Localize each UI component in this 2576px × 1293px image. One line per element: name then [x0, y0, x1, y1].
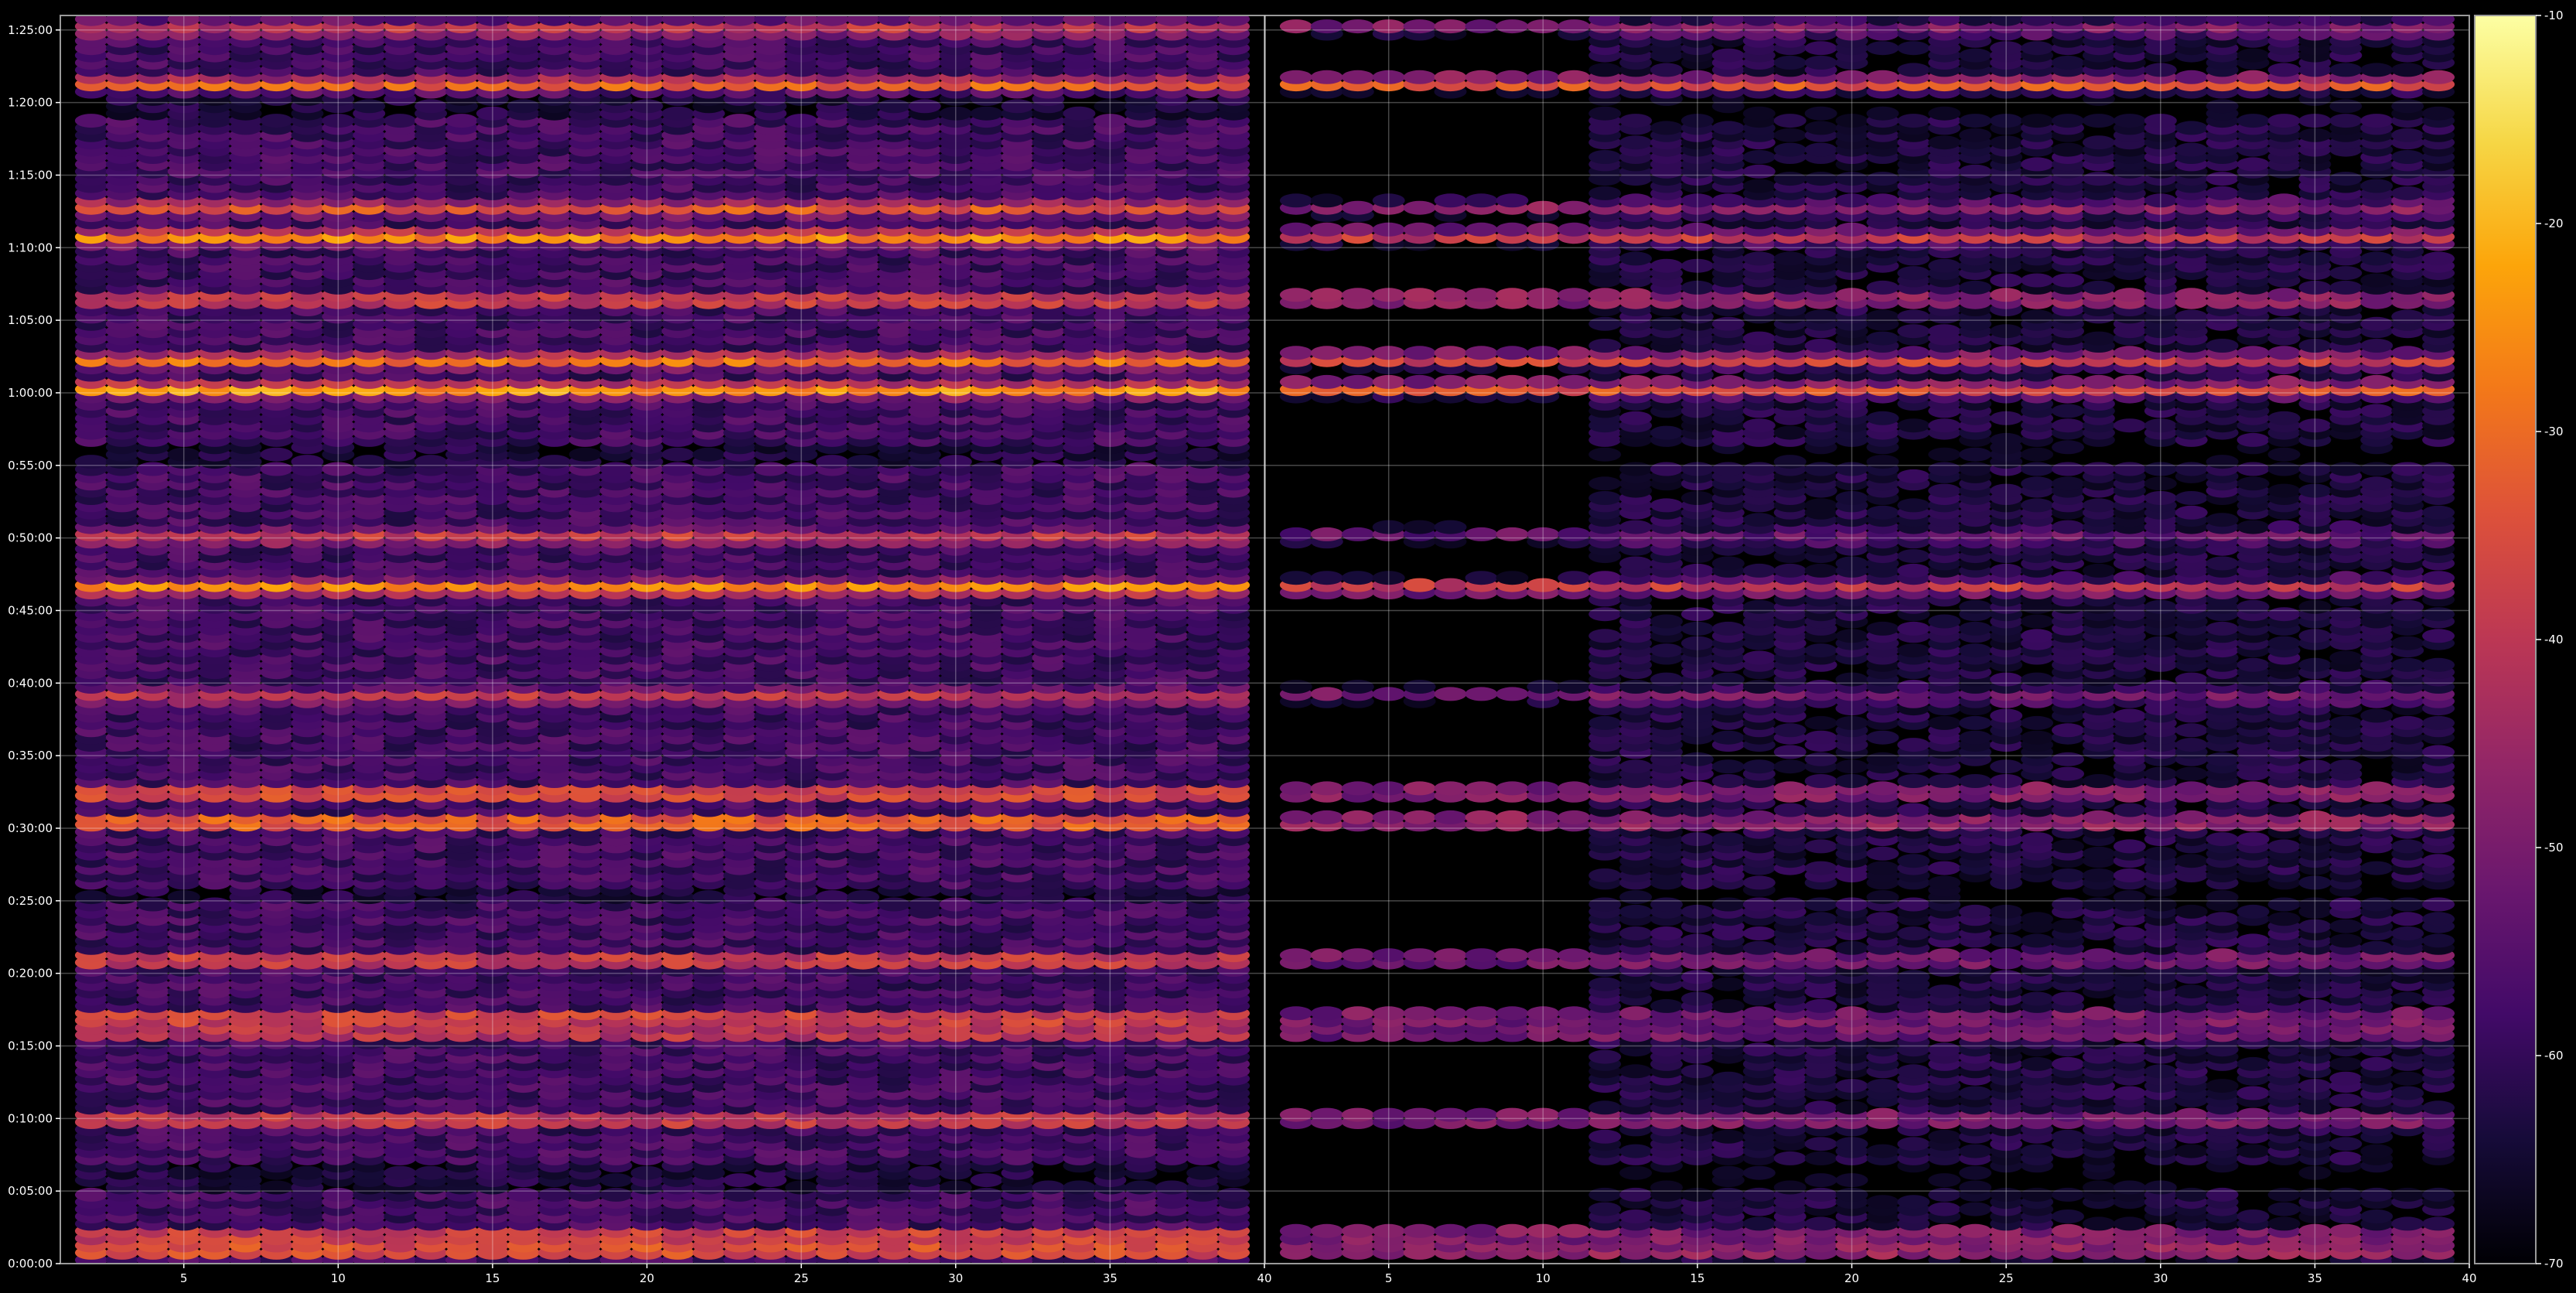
heatmap-cell	[415, 1165, 448, 1180]
heatmap-cell	[692, 447, 725, 462]
heatmap-cell	[1217, 1187, 1250, 1202]
heatmap-cell	[1063, 1180, 1096, 1195]
heatmap-cell	[229, 1165, 262, 1180]
heatmap-cell	[661, 447, 694, 462]
heatmap-cell	[291, 455, 324, 469]
heatmap-cell	[908, 897, 941, 912]
heatmap-cell	[1124, 462, 1158, 476]
heatmap-cell	[599, 462, 633, 476]
heatmap-cell	[908, 1165, 941, 1180]
heatmap-cell	[537, 455, 571, 469]
heatmap-cell	[507, 890, 540, 905]
heatmap-cell	[723, 1173, 756, 1188]
heatmap-cell	[1124, 1180, 1158, 1195]
heatmap-cell	[260, 890, 293, 905]
heatmap-cell	[599, 1187, 633, 1202]
heatmap-cell	[970, 462, 1003, 476]
heatmap-cell	[816, 890, 849, 905]
heatmap-cell	[74, 1187, 107, 1202]
heatmap-cell	[661, 462, 694, 476]
heatmap-cell	[754, 897, 787, 912]
heatmap-cell	[415, 897, 448, 912]
heatmap-cell	[1155, 1180, 1189, 1195]
heatmap-cell	[970, 1173, 1003, 1188]
heatmap-cell	[970, 1187, 1003, 1202]
heatmap-cell	[136, 897, 169, 912]
heatmap-cell	[568, 447, 602, 462]
heatmap-cell	[1063, 897, 1096, 912]
heatmap-cell	[754, 462, 787, 476]
heatmap-cell	[507, 1187, 540, 1202]
heatmap-cell	[260, 462, 293, 476]
heatmap-cell	[136, 462, 169, 476]
heatmap-cell	[1186, 447, 1220, 462]
heatmap-cell	[415, 455, 448, 469]
heatmap-cell	[692, 890, 725, 905]
heatmap-cell	[1032, 1180, 1065, 1195]
heatmap-cell	[847, 455, 879, 469]
heatmap-cell	[1186, 1165, 1220, 1180]
heatmap-cell	[353, 455, 386, 469]
heatmap-cell	[847, 890, 879, 905]
heatmap-cell	[198, 897, 231, 912]
heatmap-cell	[537, 1187, 571, 1202]
heatmap-cell	[74, 890, 107, 905]
heatmap-cell	[877, 897, 910, 912]
heatmap-cell	[260, 1180, 293, 1195]
heatmap-cell	[260, 447, 293, 462]
heatmap-cell	[74, 455, 107, 469]
heatmap-cell	[1032, 462, 1065, 476]
heatmap-cell	[384, 1165, 417, 1180]
spectrogram-chart: 0:00:000:05:000:10:000:15:000:20:000:25:…	[8, 9, 2563, 1285]
heatmap-cell	[291, 1165, 324, 1180]
heatmap-cell	[816, 455, 849, 469]
heatmap-cell	[599, 1173, 633, 1188]
heatmap-cell	[723, 1187, 756, 1202]
heatmap-cell	[754, 1187, 787, 1202]
